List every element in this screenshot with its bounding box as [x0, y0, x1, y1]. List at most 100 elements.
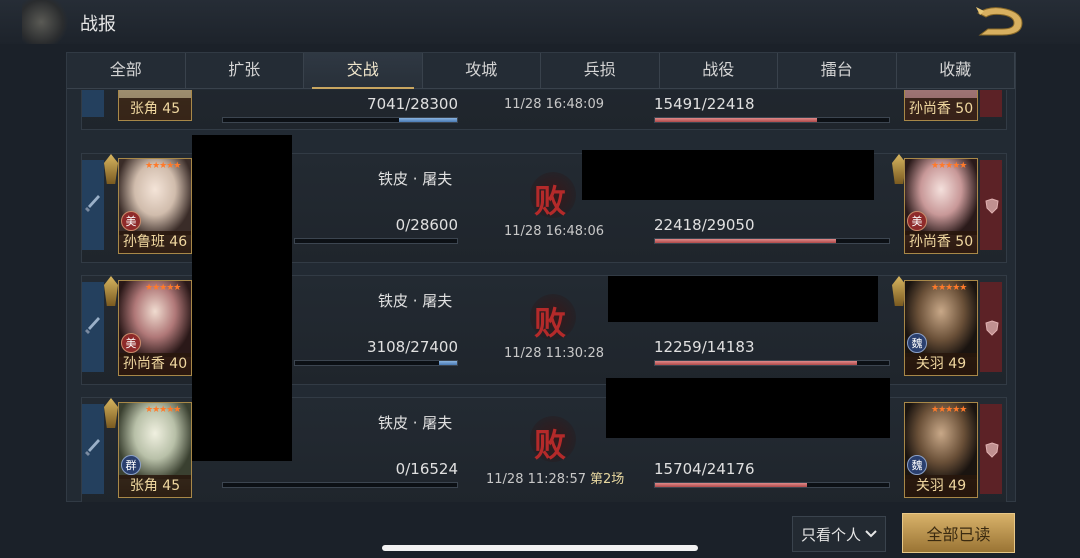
attacker-troops: 3108/27400	[367, 338, 458, 356]
sword-icon	[85, 317, 100, 334]
attacker-portrait[interactable]: ★★★★★ 群 张角 45	[118, 402, 192, 498]
redaction-block	[608, 276, 878, 322]
attacker-troop-bar	[222, 117, 458, 123]
star-rating: ★★★★★	[931, 161, 967, 171]
gold-crest-icon	[104, 398, 118, 428]
battle-time-text: 11/28 16:48:09	[504, 97, 604, 112]
chevron-down-icon	[865, 530, 877, 538]
faction-badge: 美	[907, 211, 927, 231]
tab-combat[interactable]: 交战	[304, 53, 423, 89]
filter-label: 只看个人	[800, 525, 861, 544]
defender-troop-bar	[654, 238, 890, 244]
battle-time-text: 11/28 11:28:57	[486, 472, 586, 487]
defender-troop-bar-fill	[655, 118, 817, 122]
sword-icon	[85, 439, 100, 456]
mark-all-read-button[interactable]: 全部已读	[902, 513, 1015, 553]
shield-icon	[985, 442, 999, 458]
tab-arena[interactable]: 擂台	[778, 53, 897, 88]
defender-portrait[interactable]: 孙尚香 50	[904, 90, 978, 121]
sword-icon	[85, 195, 100, 212]
dragon-back-icon	[976, 7, 1023, 36]
tab-bar: 全部 扩张 交战 攻城 兵损 战役 擂台 收藏	[67, 53, 1015, 89]
defender-hero-name: 关羽 49	[905, 475, 977, 497]
battle-time-text: 11/28 16:48:06	[504, 224, 604, 239]
defender-troop-bar	[654, 360, 890, 366]
faction-badge: 群	[121, 455, 141, 475]
star-rating: ★★★★★	[931, 405, 967, 415]
defender-troops: 15491/22418	[654, 95, 755, 113]
defender-troop-bar-fill	[655, 239, 836, 243]
attacker-portrait[interactable]: 张角 45	[118, 90, 192, 121]
attacker-side-strip	[82, 90, 104, 117]
attacker-troop-bar-fill	[438, 361, 457, 365]
attacker-hero-name: 张角 45	[119, 475, 191, 497]
defender-hero-name: 关羽 49	[905, 353, 977, 375]
shield-icon	[985, 320, 999, 336]
attacker-troop-bar	[294, 360, 458, 366]
back-button[interactable]	[972, 2, 1028, 40]
defender-hero-name: 孙尚香 50	[905, 98, 977, 120]
attacker-player-name: 铁皮 · 屠夫	[378, 170, 453, 188]
battle-time: 11/28 16:48:06	[504, 224, 604, 239]
defender-troops: 22418/29050	[654, 216, 755, 234]
faction-badge: 美	[121, 211, 141, 231]
tab-campaign[interactable]: 战役	[660, 53, 778, 88]
battle-time-text: 11/28 11:30:28	[504, 346, 604, 361]
defeat-label: 败	[533, 426, 566, 464]
redaction-block	[192, 135, 292, 461]
attacker-hero-name: 孙鲁班 46	[119, 231, 191, 253]
defender-portrait[interactable]: ★★★★★ 美 孙尚香 50	[904, 158, 978, 254]
defender-portrait[interactable]: ★★★★★ 魏 关羽 49	[904, 402, 978, 498]
gold-crest-icon	[104, 276, 118, 306]
faction-badge: 魏	[907, 333, 927, 353]
personal-only-filter-button[interactable]: 只看个人	[792, 516, 886, 552]
attacker-portrait[interactable]: ★★★★★ 美 孙鲁班 46	[118, 158, 192, 254]
attacker-troop-bar	[222, 482, 458, 488]
faction-badge: 魏	[907, 455, 927, 475]
attacker-hero-name: 张角 45	[119, 98, 191, 120]
battle-time: 11/28 16:48:09	[504, 97, 604, 112]
tab-favorites[interactable]: 收藏	[897, 53, 1015, 88]
battle-time: 11/28 11:28:57 第2场	[486, 468, 624, 487]
tab-expand[interactable]: 扩张	[186, 53, 304, 88]
attacker-troops: 7041/28300	[367, 95, 458, 113]
star-rating: ★★★★★	[145, 283, 181, 293]
attacker-portrait[interactable]: ★★★★★ 美 孙尚香 40	[118, 280, 192, 376]
attacker-troop-bar-fill	[398, 118, 457, 122]
defender-troop-bar-fill	[655, 361, 858, 365]
defender-troops: 15704/24176	[654, 460, 755, 478]
attacker-hero-name: 孙尚香 40	[119, 353, 191, 375]
defender-hero-name: 孙尚香 50	[905, 231, 977, 253]
redaction-block	[582, 150, 874, 200]
star-rating: ★★★★★	[145, 405, 181, 415]
attacker-troops: 0/16524	[395, 460, 458, 478]
defender-troop-bar	[654, 117, 890, 123]
attacker-troop-bar	[294, 238, 458, 244]
faction-badge: 美	[121, 333, 141, 353]
defender-troop-bar	[654, 482, 890, 488]
emblem-icon	[22, 0, 70, 44]
tab-troop-loss[interactable]: 兵损	[541, 53, 660, 88]
attacker-player-name: 铁皮 · 屠夫	[378, 414, 453, 432]
defender-side-strip	[980, 90, 1002, 117]
redaction-block	[606, 378, 890, 438]
attacker-troops: 0/28600	[395, 216, 458, 234]
shield-icon	[985, 198, 999, 214]
gold-crest-icon	[104, 154, 118, 184]
defender-portrait[interactable]: ★★★★★ 魏 关羽 49	[904, 280, 978, 376]
top-bar: 战报	[0, 0, 1080, 44]
defender-troop-bar-fill	[655, 483, 808, 487]
defeat-label: 败	[533, 304, 566, 342]
battle-time: 11/28 11:30:28	[504, 346, 604, 361]
defender-troops: 12259/14183	[654, 338, 755, 356]
star-rating: ★★★★★	[145, 161, 181, 171]
tab-all[interactable]: 全部	[67, 53, 186, 88]
defeat-label: 败	[533, 182, 566, 220]
attacker-player-name: 铁皮 · 屠夫	[378, 292, 453, 310]
tab-siege[interactable]: 攻城	[423, 53, 541, 88]
star-rating: ★★★★★	[931, 283, 967, 293]
home-indicator[interactable]	[382, 545, 698, 551]
report-row[interactable]: 张角 45 7041/28300 11/28 16:48:09 15491/22…	[81, 90, 1007, 130]
round-label: 第2场	[589, 472, 625, 487]
page-title: 战报	[80, 14, 116, 35]
